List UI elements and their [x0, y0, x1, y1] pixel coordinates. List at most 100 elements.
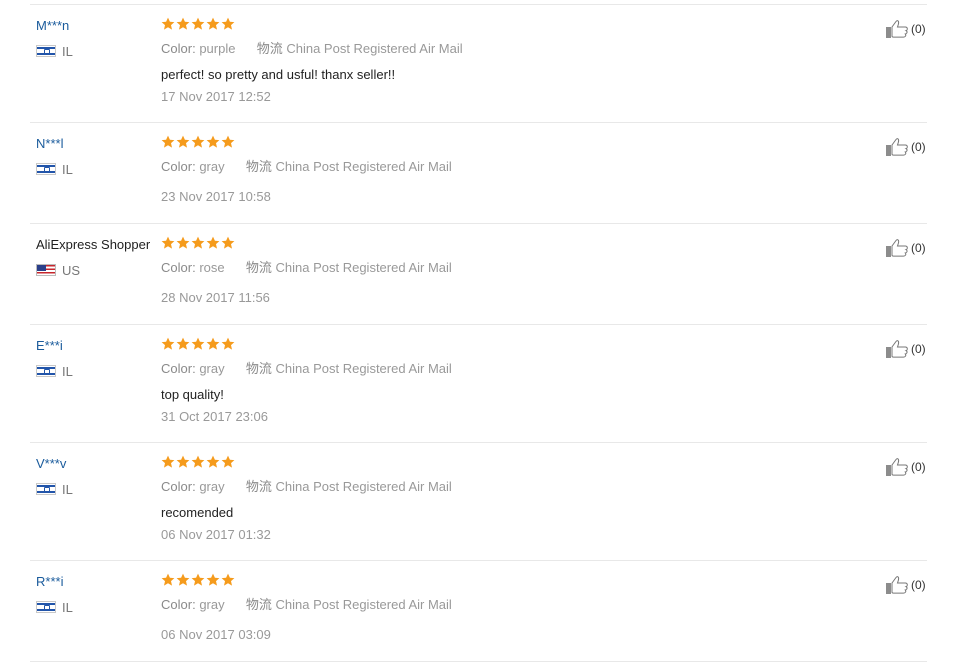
review-text: perfect! so pretty and usful! thanx sell… [161, 67, 396, 82]
country-flag-icon [36, 45, 56, 57]
star-icon [191, 17, 205, 30]
review-date: 23 Nov 2017 10:58 [161, 189, 271, 204]
color-value: gray [199, 159, 225, 174]
order-info: Color: gray 物流 China Post Registered Air… [161, 159, 851, 175]
country-code: IL [62, 43, 73, 59]
reviewer-name[interactable]: N***l [36, 135, 161, 153]
star-icon [221, 236, 235, 249]
color-value: purple [199, 41, 236, 56]
helpful-vote-button[interactable]: (0) [885, 238, 926, 258]
color-label: Color: [161, 597, 196, 612]
review-item: AliExpress Shopper US Color: rose 物流 Chi… [30, 224, 927, 325]
star-rating [161, 17, 851, 34]
star-icon [176, 236, 190, 249]
thumbs-up-icon [886, 138, 908, 156]
star-icon [206, 236, 220, 249]
thumbs-up-icon [886, 239, 908, 257]
helpful-count: (0) [911, 460, 926, 474]
color-value: rose [199, 260, 225, 275]
star-icon [176, 17, 190, 30]
star-icon [161, 455, 175, 468]
reviewer-name[interactable]: AliExpress Shopper [36, 236, 161, 254]
shipping-label: 物流 [245, 597, 272, 612]
reviewer-info: R***i IL [36, 573, 161, 615]
star-icon [221, 135, 235, 148]
reviewer-name[interactable]: R***i [36, 573, 161, 591]
star-icon [206, 17, 220, 30]
star-icon [221, 337, 235, 350]
review-content: Color: gray 物流 China Post Registered Air… [161, 135, 851, 205]
star-icon [176, 337, 190, 350]
star-icon [206, 337, 220, 350]
shipping-label: 物流 [245, 159, 272, 174]
helpful-count: (0) [911, 140, 926, 154]
country-code: IL [62, 481, 73, 497]
reviewer-info: M***n IL [36, 17, 161, 59]
color-label: Color: [161, 479, 196, 494]
color-label: Color: [161, 260, 196, 275]
review-item: R***i IL Color: gray 物流 China Post Regis… [30, 561, 927, 662]
country-flag-icon [36, 483, 56, 495]
country-code: IL [62, 161, 73, 177]
helpful-count: (0) [911, 241, 926, 255]
helpful-vote-button[interactable]: (0) [885, 137, 926, 157]
star-rating [161, 135, 851, 152]
star-icon [206, 135, 220, 148]
review-content: Color: gray 物流 China Post Registered Air… [161, 337, 851, 425]
shipping-label: 物流 [245, 361, 272, 376]
shipping-label: 物流 [256, 41, 283, 56]
reviewer-country: IL [36, 481, 161, 497]
thumbs-up-icon [886, 576, 908, 594]
review-item: V***v IL Color: gray 物流 China Post Regis… [30, 443, 927, 561]
country-code: IL [62, 363, 73, 379]
reviewer-country: IL [36, 363, 161, 379]
helpful-count: (0) [911, 578, 926, 592]
star-icon [191, 455, 205, 468]
reviewer-name[interactable]: M***n [36, 17, 161, 35]
review-date: 06 Nov 2017 01:32 [161, 527, 271, 542]
helpful-count: (0) [911, 22, 926, 36]
helpful-vote-button[interactable]: (0) [885, 575, 926, 595]
color-value: gray [199, 597, 225, 612]
reviewer-info: E***i IL [36, 337, 161, 379]
shipping-value: China Post Registered Air Mail [275, 479, 452, 494]
shipping-label: 物流 [245, 260, 272, 275]
star-icon [161, 573, 175, 586]
review-item: N***l IL Color: gray 物流 China Post Regis… [30, 123, 927, 224]
color-value: gray [199, 361, 225, 376]
reviewer-info: V***v IL [36, 455, 161, 497]
reviewer-name[interactable]: E***i [36, 337, 161, 355]
shipping-value: China Post Registered Air Mail [286, 41, 463, 56]
helpful-vote-button[interactable]: (0) [885, 339, 926, 359]
review-item: E***i IL Color: gray 物流 China Post Regis… [30, 325, 927, 443]
thumbs-up-icon [886, 340, 908, 358]
star-icon [221, 573, 235, 586]
country-flag-icon [36, 163, 56, 175]
reviewer-country: US [36, 262, 161, 278]
country-flag-icon [36, 264, 56, 276]
color-label: Color: [161, 41, 196, 56]
star-icon [161, 236, 175, 249]
country-code: IL [62, 599, 73, 615]
order-info: Color: rose 物流 China Post Registered Air… [161, 260, 851, 276]
helpful-vote-button[interactable]: (0) [885, 457, 926, 477]
helpful-vote-button[interactable]: (0) [885, 19, 926, 39]
review-content: Color: gray 物流 China Post Registered Air… [161, 455, 851, 543]
star-rating [161, 573, 851, 590]
star-icon [191, 236, 205, 249]
shipping-label: 物流 [245, 479, 272, 494]
shipping-value: China Post Registered Air Mail [275, 597, 452, 612]
reviewer-info: AliExpress Shopper US [36, 236, 161, 278]
reviewer-country: IL [36, 161, 161, 177]
star-icon [176, 573, 190, 586]
review-date: 31 Oct 2017 23:06 [161, 409, 268, 424]
star-icon [221, 455, 235, 468]
reviewer-name[interactable]: V***v [36, 455, 161, 473]
star-icon [221, 17, 235, 30]
shipping-value: China Post Registered Air Mail [275, 260, 452, 275]
thumbs-up-icon [886, 458, 908, 476]
star-icon [191, 135, 205, 148]
color-value: gray [199, 479, 225, 494]
star-icon [176, 455, 190, 468]
star-icon [161, 17, 175, 30]
